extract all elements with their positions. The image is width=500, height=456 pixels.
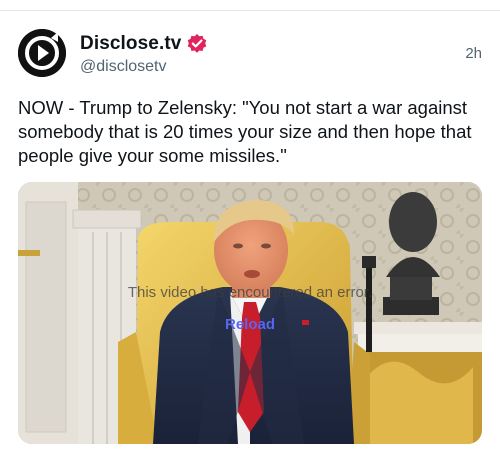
reload-button[interactable]: Reload [18, 316, 482, 333]
post-card[interactable]: Disclose.tv @disclosetv 2h NOW - Trump t… [0, 11, 500, 456]
play-logo-icon [18, 29, 66, 77]
post-text: NOW - Trump to Zelensky: "You not start … [18, 97, 472, 166]
author-handle[interactable]: @disclosetv [80, 58, 167, 76]
video-player[interactable]: This video has encountered an error. Rel… [18, 182, 482, 444]
author-display-name[interactable]: Disclose.tv [80, 33, 181, 55]
post-timestamp[interactable]: 2h [465, 45, 482, 62]
author-avatar[interactable] [18, 29, 66, 77]
verified-badge-icon [186, 33, 208, 55]
author-name-row: Disclose.tv [80, 33, 208, 55]
video-error-message: This video has encountered an error. [127, 284, 373, 301]
video-frame-image [18, 182, 482, 444]
